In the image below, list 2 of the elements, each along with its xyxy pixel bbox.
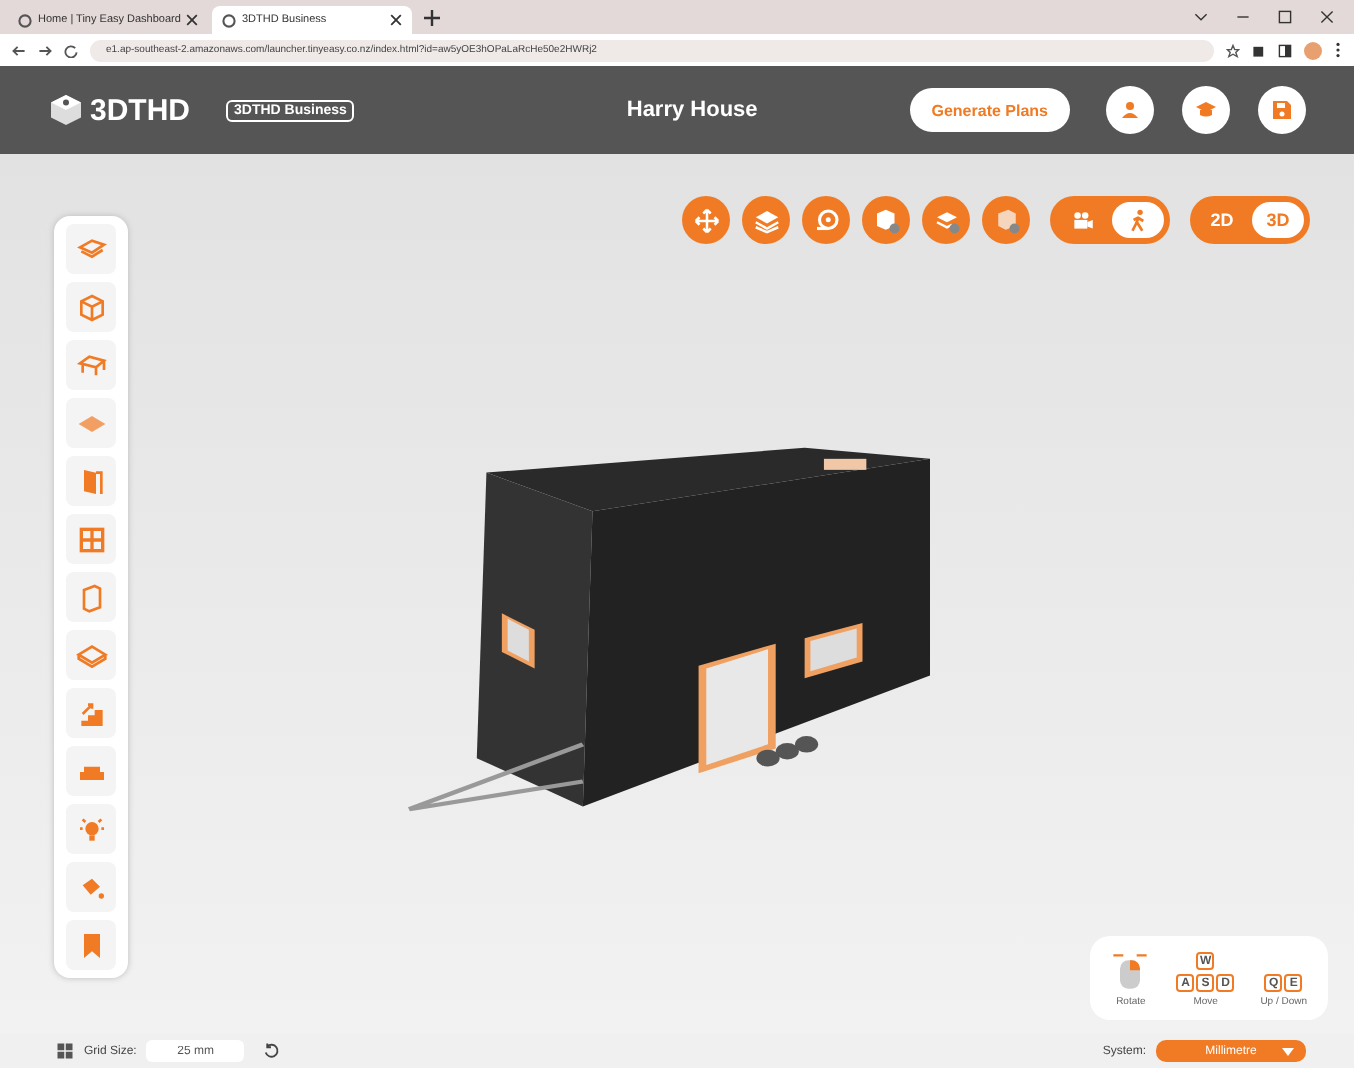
- project-title: Harry House: [624, 98, 760, 122]
- logo-text: 3DTHD: [90, 93, 191, 127]
